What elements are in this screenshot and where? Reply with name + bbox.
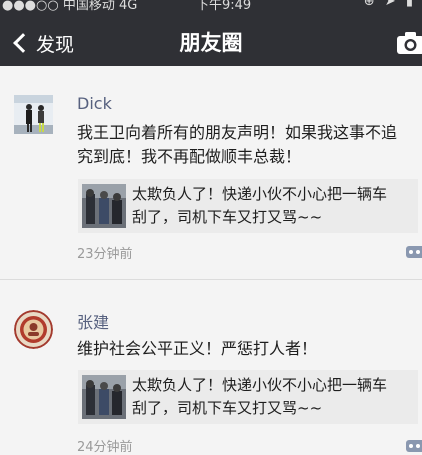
- shared-thumbnail: [82, 375, 126, 419]
- post-text-line: 究到底！我不再配做顺丰总裁！: [77, 147, 302, 166]
- network-type: 4G: [119, 0, 138, 13]
- comment-more-icon[interactable]: [406, 440, 422, 452]
- shared-title-line: 刮了，司机下车又打又骂~~: [132, 208, 323, 226]
- comment-more-icon[interactable]: [406, 246, 422, 258]
- moment-post: 张建 维护社会公平正义！严惩打人者！ 太欺负人了！快递小伙不小心把一辆车 刮了，…: [0, 280, 422, 455]
- carrier-name: ●●●○○ 中国移动: [2, 0, 115, 13]
- carrier-status: ●●●○○ 中国移动 4G: [2, 0, 137, 13]
- shared-thumbnail-photo: [82, 375, 126, 419]
- shared-title: 太欺负人了！快递小伙不小心把一辆车 刮了，司机下车又打又骂~~: [132, 374, 422, 420]
- post-author[interactable]: 张建: [77, 309, 109, 333]
- shared-thumbnail: [82, 184, 126, 228]
- camera-icon-graphic: [397, 32, 422, 54]
- page-title: 朋友圈: [179, 31, 243, 55]
- navigation-bar: ●●●○○ 中国移动 4G 下午9:49 ⊕ ➤ ▮ 发现 朋友圈: [0, 0, 422, 66]
- shared-link-card[interactable]: 太欺负人了！快递小伙不小心把一辆车 刮了，司机下车又打又骂~~: [78, 370, 418, 424]
- status-time: 下午9:49: [196, 0, 252, 13]
- post-author[interactable]: Dick: [77, 94, 112, 113]
- status-indicators: ⊕ ➤ ▮: [363, 0, 416, 9]
- camera-icon[interactable]: [396, 31, 422, 55]
- shared-title-line: 太欺负人了！快递小伙不小心把一辆车: [132, 185, 388, 203]
- avatar[interactable]: [14, 95, 53, 134]
- post-text: 维护社会公平正义！严惩打人者！: [77, 337, 422, 361]
- avatar[interactable]: [14, 310, 53, 349]
- post-text-line: 维护社会公平正义！严惩打人者！: [77, 339, 318, 358]
- post-timestamp: 24分钟前: [77, 440, 133, 455]
- avatar-emblem: [14, 310, 53, 349]
- shared-thumbnail-photo: [82, 184, 126, 228]
- shared-title-line: 太欺负人了！快递小伙不小心把一辆车: [132, 376, 388, 394]
- post-timestamp: 23分钟前: [77, 247, 133, 262]
- shared-link-card[interactable]: 太欺负人了！快递小伙不小心把一辆车 刮了，司机下车又打又骂~~: [78, 179, 418, 233]
- shared-title: 太欺负人了！快递小伙不小心把一辆车 刮了，司机下车又打又骂~~: [132, 183, 422, 229]
- post-text-line: 我王卫向着所有的朋友声明！如果我这事不追: [77, 123, 398, 142]
- shared-title-line: 刮了，司机下车又打又骂~~: [132, 399, 323, 417]
- moments-feed: Dick 我王卫向着所有的朋友声明！如果我这事不追 究到底！我不再配做顺丰总裁！: [0, 66, 422, 455]
- status-bar: ●●●○○ 中国移动 4G 下午9:49 ⊕ ➤ ▮: [0, 0, 422, 13]
- avatar-photo: [14, 95, 53, 134]
- moment-post: Dick 我王卫向着所有的朋友声明！如果我这事不追 究到底！我不再配做顺丰总裁！: [0, 66, 422, 280]
- post-text: 我王卫向着所有的朋友声明！如果我这事不追 究到底！我不再配做顺丰总裁！: [77, 121, 422, 169]
